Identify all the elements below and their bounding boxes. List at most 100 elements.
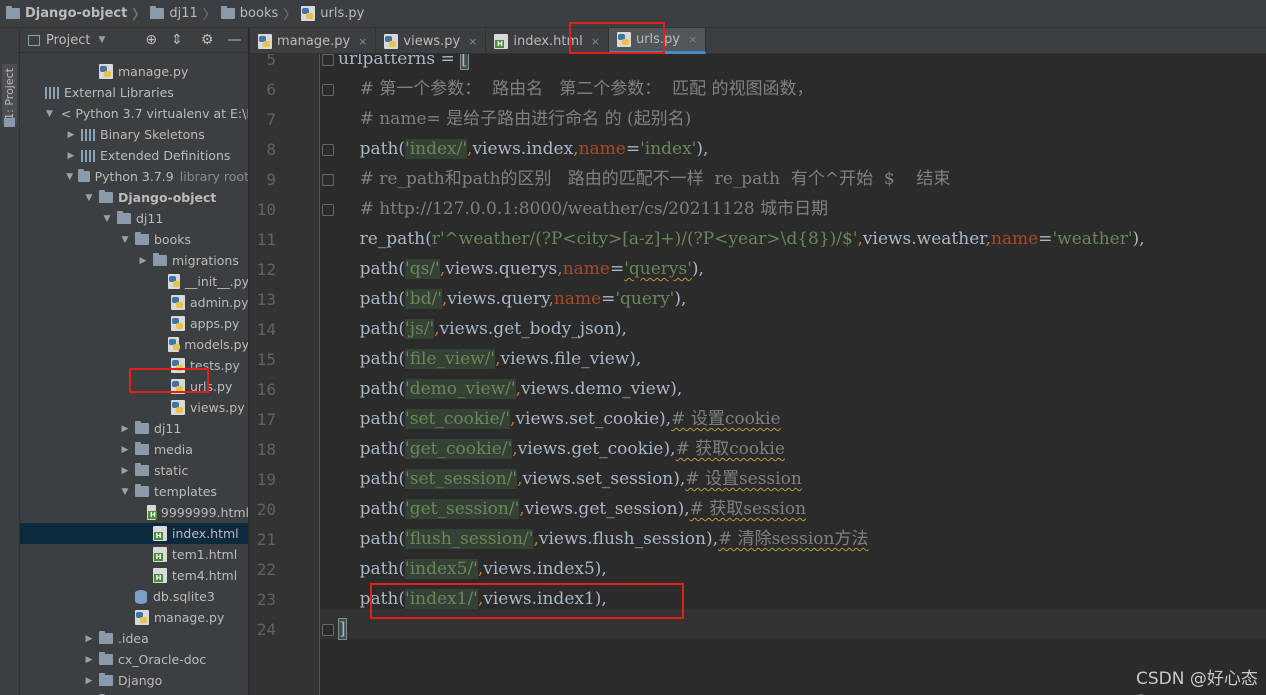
expand-right-icon[interactable]: ▶ <box>82 655 96 665</box>
locate-icon[interactable]: ⊕ <box>145 32 157 48</box>
expand-down-icon[interactable]: ▼ <box>46 109 53 119</box>
fold-marker-icon[interactable] <box>322 54 334 66</box>
tree-item[interactable]: ▶ cx_Oracle-doc <box>20 649 248 670</box>
expand-right-icon[interactable]: ▶ <box>64 151 78 161</box>
tree-item[interactable]: ▶ Extended Definitions <box>20 145 248 166</box>
code-line[interactable]: path('set_cookie/',views.set_cookie),# 设… <box>338 404 781 434</box>
tree-item[interactable]: ▼ templates <box>20 481 248 502</box>
tree-item[interactable]: External Libraries <box>20 82 248 103</box>
close-icon[interactable]: × <box>468 35 477 48</box>
code-line[interactable]: path('index/',views.index,name='index'), <box>338 134 708 164</box>
code-line[interactable]: # name= 是给子路由进行命名 的 (起别名) <box>338 104 692 134</box>
code-token: [ <box>460 54 469 70</box>
gear-icon[interactable]: ⚙ <box>201 32 214 48</box>
tree-item[interactable]: urls.py <box>20 376 248 397</box>
tree-item[interactable]: admin.py <box>20 292 248 313</box>
code-line[interactable]: path('js/',views.get_body_json), <box>338 314 627 344</box>
breadcrumb-item[interactable]: books 〉 <box>220 4 301 23</box>
editor-tab[interactable]: manage.py × <box>250 28 377 54</box>
code-token: = <box>625 139 641 159</box>
tree-item[interactable]: tests.py <box>20 355 248 376</box>
code-line[interactable]: # http://127.0.0.1:8000/weather/cs/20211… <box>338 194 829 224</box>
editor-tab[interactable]: views.py × <box>376 28 487 54</box>
expand-down-icon[interactable]: ▼ <box>118 235 132 245</box>
chevron-down-icon[interactable]: ▼ <box>98 35 105 45</box>
fold-marker-icon[interactable] <box>322 204 334 216</box>
tree-item[interactable]: ▼ Django-object <box>20 187 248 208</box>
tree-item[interactable]: ▶ migrations <box>20 250 248 271</box>
tree-item[interactable]: views.py <box>20 397 248 418</box>
tree-item[interactable]: ▼ dj11 <box>20 208 248 229</box>
tree-item[interactable]: index.html <box>20 523 248 544</box>
expand-right-icon[interactable]: ▶ <box>136 256 150 266</box>
breadcrumb-item[interactable]: urls.py <box>301 6 364 21</box>
tree-item[interactable]: ▶ dj11 <box>20 418 248 439</box>
line-number: 12 <box>256 260 276 279</box>
code-line[interactable]: path('flush_session/',views.flush_sessio… <box>338 524 869 554</box>
tree-item[interactable]: ▼ Python 3.7.9 library root <box>20 166 248 187</box>
tree-item[interactable]: tem4.html <box>20 565 248 586</box>
code-token: 'set_session/' <box>405 469 518 489</box>
tree-item[interactable]: models.py <box>20 334 248 355</box>
code-line[interactable]: re_path(r'^weather/(?P<city>[a-z]+)/(?P<… <box>338 224 1145 254</box>
code-line[interactable]: path('qs/',views.querys,name='querys'), <box>338 254 704 284</box>
expand-down-icon[interactable]: ▼ <box>100 214 114 224</box>
expand-right-icon[interactable]: ▶ <box>118 445 132 455</box>
expand-down-icon[interactable]: ▼ <box>64 172 75 182</box>
code-line[interactable]: path('file_view/',views.file_view), <box>338 344 641 374</box>
tree-item[interactable]: manage.py <box>20 61 248 82</box>
code-line[interactable]: path('index1/',views.index1), <box>338 584 607 614</box>
breadcrumb-item[interactable]: dj11 〉 <box>150 4 220 23</box>
hide-icon[interactable]: — <box>227 32 241 48</box>
fold-marker-icon[interactable] <box>322 624 334 636</box>
editor-tab[interactable]: index.html × <box>486 28 609 54</box>
expand-down-icon[interactable]: ▼ <box>118 487 132 497</box>
fold-marker-icon[interactable] <box>322 174 334 186</box>
tree-item[interactable]: ▶ .idea <box>20 628 248 649</box>
code-line[interactable]: ] <box>338 614 347 644</box>
editor-tab[interactable]: urls.py × <box>608 28 707 54</box>
code-line[interactable]: path('get_session/',views.get_session),#… <box>338 494 806 524</box>
tree-item[interactable]: __init__.py <box>20 271 248 292</box>
code-line[interactable]: # re_path和path的区别 路由的匹配不一样 re_path 有个^开始… <box>338 164 951 194</box>
tree-item[interactable]: ▼ < Python 3.7 virtualenv at E:\Pyt <box>20 103 248 124</box>
project-view-selector[interactable]: Project <box>46 33 90 48</box>
tree-item[interactable]: 9999999.html <box>20 502 248 523</box>
tree-item[interactable]: ▶ media <box>20 439 248 460</box>
code-line[interactable]: path('bd/',views.query,name='query'), <box>338 284 686 314</box>
tree-item[interactable]: apps.py <box>20 313 248 334</box>
code-line[interactable]: # 第一个参数： 路由名 第二个参数： 匹配 的视图函数， <box>338 74 814 104</box>
close-icon[interactable]: × <box>358 35 367 48</box>
code-token: path( <box>338 529 406 549</box>
code-line[interactable]: path('get_cookie/',views.get_cookie),# 获… <box>338 434 785 464</box>
close-icon[interactable]: × <box>688 33 697 46</box>
code-editor[interactable]: 5 6 7 8 9 10 11 12 13 14 15 16 17 18 19 20 21 22 23 24 urlp… <box>250 54 1266 695</box>
tree-item[interactable]: ▶ static <box>20 460 248 481</box>
tree-item[interactable]: ▶DUs <box>20 691 248 695</box>
expand-down-icon[interactable]: ▼ <box>82 193 96 203</box>
line-number: 10 <box>256 200 276 219</box>
expand-right-icon[interactable]: ▶ <box>82 676 96 686</box>
tree-item[interactable]: manage.py <box>20 607 248 628</box>
breadcrumb-item[interactable]: Django-object 〉 <box>6 4 150 23</box>
fold-marker-icon[interactable] <box>322 144 334 156</box>
expand-right-icon[interactable]: ▶ <box>118 466 132 476</box>
code-line[interactable]: urlpatterns = [ <box>338 54 469 74</box>
close-icon[interactable]: × <box>591 35 600 48</box>
tree-item[interactable]: db.sqlite3 <box>20 586 248 607</box>
code-line[interactable]: path('index5/',views.index5), <box>338 554 607 584</box>
code-token: # 获取cookie <box>675 439 785 459</box>
tree-item[interactable]: ▶ Binary Skeletons <box>20 124 248 145</box>
tree-item[interactable]: ▶ Django <box>20 670 248 691</box>
project-tool-button[interactable]: 1: Project <box>2 64 17 124</box>
code-line[interactable]: path('demo_view/',views.demo_view), <box>338 374 682 404</box>
collapse-all-icon[interactable]: ⇕ <box>171 32 183 48</box>
code-token: 'index' <box>640 139 697 159</box>
expand-right-icon[interactable]: ▶ <box>118 424 132 434</box>
tree-item[interactable]: ▼ books <box>20 229 248 250</box>
fold-marker-icon[interactable] <box>322 84 334 96</box>
code-line[interactable]: path('set_session/',views.set_session),#… <box>338 464 802 494</box>
expand-right-icon[interactable]: ▶ <box>82 634 96 644</box>
expand-right-icon[interactable]: ▶ <box>64 130 78 140</box>
tree-item[interactable]: tem1.html <box>20 544 248 565</box>
